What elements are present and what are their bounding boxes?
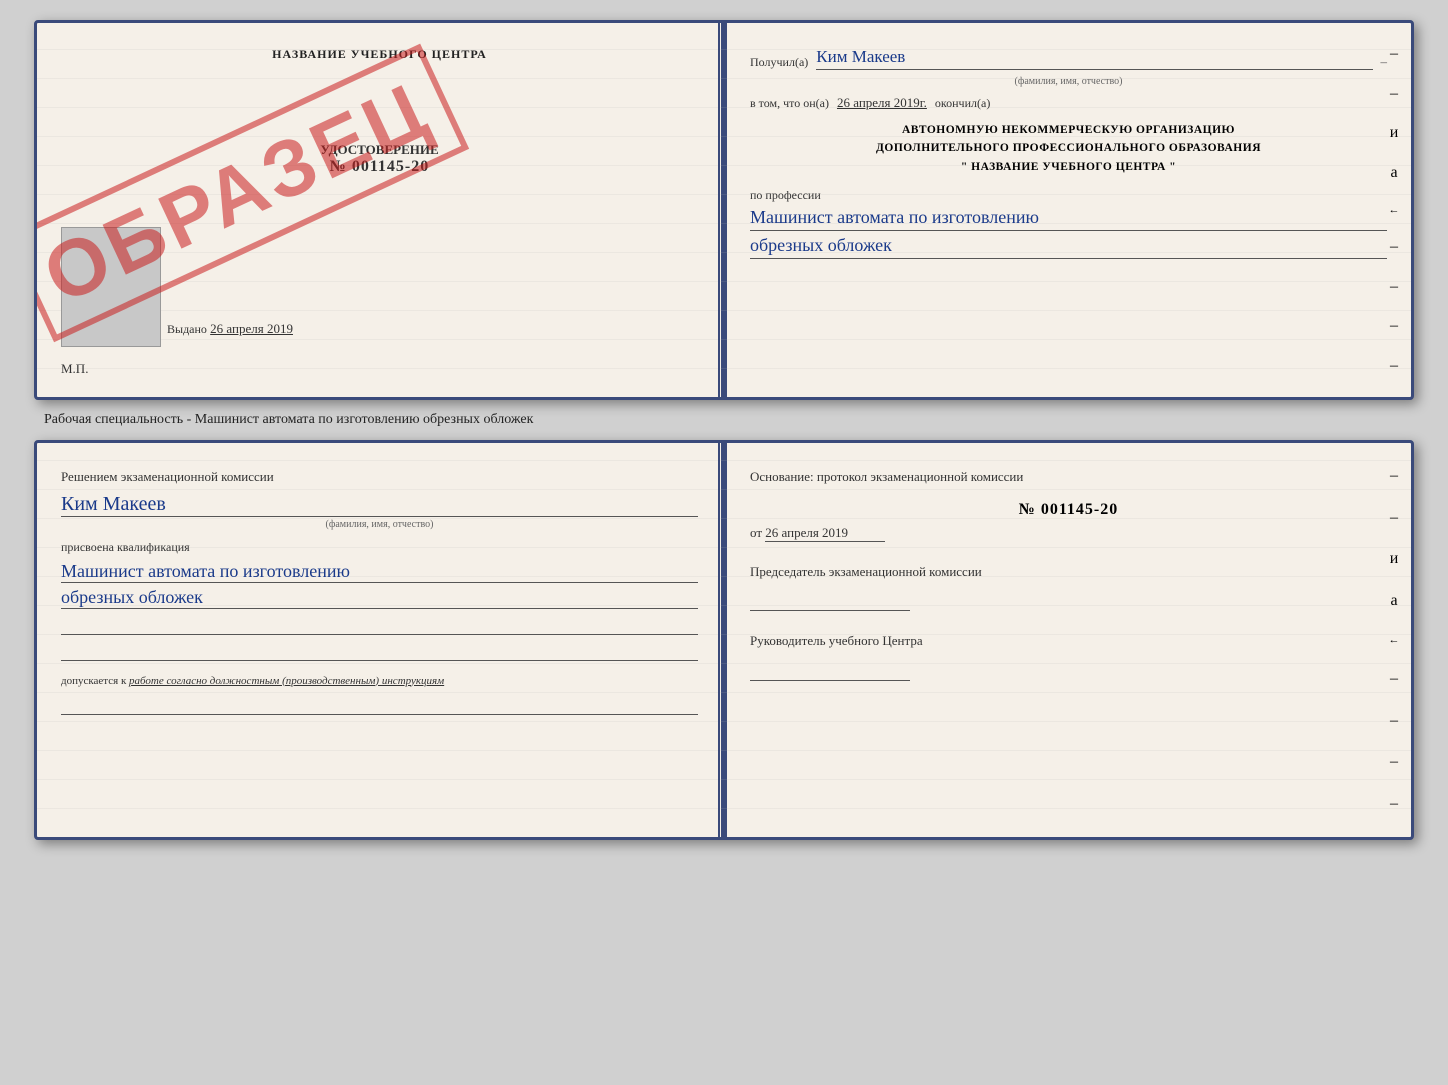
vtom-label: в том, что он(а) — [750, 96, 829, 111]
bottom-certificate: Решением экзаменационной комиссии Ким Ма… — [34, 440, 1414, 840]
okonchil-label: окончил(а) — [935, 96, 990, 111]
org-line1: АВТОНОМНУЮ НЕКОММЕРЧЕСКУЮ ОРГАНИЗАЦИЮ — [750, 121, 1387, 139]
document-container: НАЗВАНИЕ УЧЕБНОГО ЦЕНТРА ОБРАЗЕЦ УДОСТОВ… — [34, 20, 1414, 840]
dopuskaetsya-label: допускается к — [61, 675, 126, 687]
poluchil-label: Получил(а) — [750, 55, 808, 70]
poluchil-underline: Ким Макеев — [816, 47, 1372, 70]
blank-line-3 — [61, 693, 698, 715]
ot-date: 26 апреля 2019 — [765, 525, 885, 542]
org-block: АВТОНОМНУЮ НЕКОММЕРЧЕСКУЮ ОРГАНИЗАЦИЮ ДО… — [750, 121, 1387, 176]
cert-udost-block: УДОСТОВЕРЕНИЕ № 001145-20 — [61, 142, 698, 176]
osnov-label: Основание: протокол экзаменационной коми… — [750, 467, 1387, 487]
head-sign-line — [750, 659, 910, 681]
poluchil-field: Получил(а) Ким Макеев – — [750, 47, 1387, 70]
protocol-number: № 001145-20 — [750, 501, 1387, 519]
chairman-sign-line — [750, 589, 910, 611]
top-certificate: НАЗВАНИЕ УЧЕБНОГО ЦЕНТРА ОБРАЗЕЦ УДОСТОВ… — [34, 20, 1414, 400]
udost-label: УДОСТОВЕРЕНИЕ — [61, 142, 698, 158]
cert-school-name: НАЗВАНИЕ УЧЕБНОГО ЦЕНТРА — [61, 47, 698, 62]
cert-number: № 001145-20 — [61, 158, 698, 176]
qual-name-subtext: (фамилия, имя, отчество) — [61, 519, 698, 530]
doc-subtitle: Рабочая специальность - Машинист автомат… — [34, 412, 533, 428]
poluchil-name: Ким Макеев — [816, 47, 905, 66]
vtom-field: в том, что он(а) 26 апреля 2019г. окончи… — [750, 95, 1387, 111]
assigned-label: присвоена квалификация — [61, 540, 698, 555]
name-subtext: (фамилия, имя, отчество) — [750, 76, 1387, 87]
right-marks: – – и а ← – – – – — [1385, 23, 1403, 397]
vidan-label: Выдано — [167, 322, 207, 336]
ot-date-line: от 26 апреля 2019 — [750, 525, 1387, 542]
dopuskaetsya-value: работе согласно должностным (производств… — [129, 675, 444, 687]
qual-left-page: Решением экзаменационной комиссии Ким Ма… — [37, 443, 720, 837]
head-label: Руководитель учебного Центра — [750, 631, 1387, 651]
vidan-date: 26 апреля 2019 — [210, 321, 293, 336]
po-professii-label: по профессии — [750, 188, 1387, 203]
qual-profession2: обрезных обложек — [61, 587, 698, 609]
profession-value1: Машинист автомата по изготовлению — [750, 207, 1387, 231]
qual-heading: Решением экзаменационной комиссии — [61, 467, 698, 487]
blank-line-2 — [61, 639, 698, 661]
vtom-date: 26 апреля 2019г. — [837, 95, 927, 111]
profession-value2: обрезных обложек — [750, 235, 1387, 259]
cert-right-page: Получил(а) Ким Макеев – (фамилия, имя, о… — [720, 23, 1411, 397]
qual-right-marks: – – и а ← – – – – — [1385, 443, 1403, 837]
org-line3: " НАЗВАНИЕ УЧЕБНОГО ЦЕНТРА " — [750, 158, 1387, 176]
org-line2: ДОПОЛНИТЕЛЬНОГО ПРОФЕССИОНАЛЬНОГО ОБРАЗО… — [750, 139, 1387, 157]
qual-name: Ким Макеев — [61, 493, 698, 517]
chairman-label: Председатель экзаменационной комиссии — [750, 562, 1387, 582]
dopusk-block: допускается к работе согласно должностны… — [61, 675, 698, 687]
qual-profession1: Машинист автомата по изготовлению — [61, 561, 698, 583]
cert-photo-placeholder — [61, 227, 161, 347]
cert-vidan: Выдано 26 апреля 2019 — [167, 321, 293, 337]
mp-label: М.П. — [61, 361, 88, 377]
ot-label: от — [750, 525, 762, 540]
blank-line-1 — [61, 613, 698, 635]
qual-right-page: Основание: протокол экзаменационной коми… — [720, 443, 1411, 837]
cert-left-page: НАЗВАНИЕ УЧЕБНОГО ЦЕНТРА ОБРАЗЕЦ УДОСТОВ… — [37, 23, 720, 397]
